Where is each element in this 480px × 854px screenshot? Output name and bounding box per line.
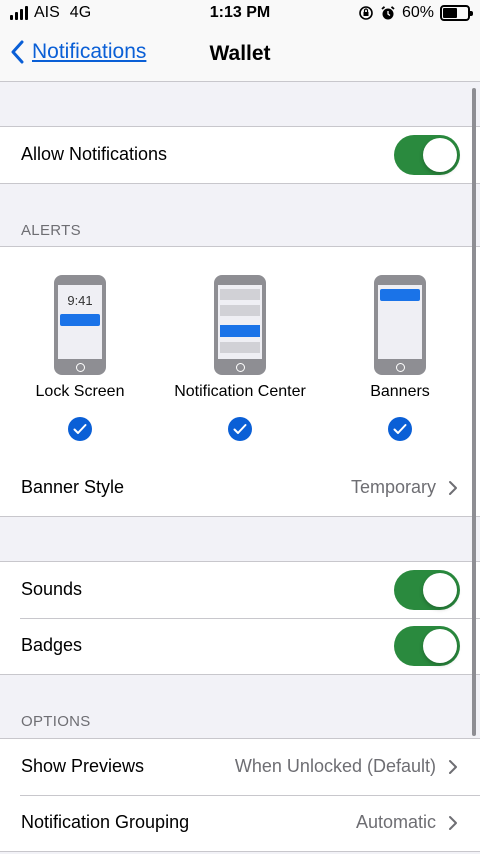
sounds-label: Sounds xyxy=(21,579,83,599)
home-button-icon xyxy=(76,363,85,372)
notification-center-phone-icon xyxy=(214,275,266,375)
phone-screen: 9:41 xyxy=(58,285,102,359)
battery-percentage: 60% xyxy=(401,4,434,21)
notification-grouping-value: Automatic xyxy=(355,812,436,832)
toggle-knob xyxy=(423,138,457,172)
badges-row: Badges xyxy=(0,618,480,674)
notification-placeholder xyxy=(220,305,260,316)
options-section-header: OPTIONS xyxy=(21,713,91,730)
banners-label: Banners xyxy=(370,383,430,400)
banner-style-row[interactable]: Banner Style Temporary xyxy=(0,460,480,516)
sounds-badges-group: Sounds Badges xyxy=(0,561,480,675)
alert-option-banners[interactable]: Banners xyxy=(320,275,480,441)
banners-checkmark-icon xyxy=(388,417,412,441)
lock-screen-time: 9:41 xyxy=(67,293,93,308)
show-previews-value: When Unlocked (Default) xyxy=(234,756,436,776)
lock-screen-notification-preview xyxy=(60,314,100,326)
orientation-lock-icon xyxy=(359,6,373,20)
show-previews-label: Show Previews xyxy=(21,756,145,776)
lock-screen-phone-icon: 9:41 xyxy=(54,275,106,375)
home-button-icon xyxy=(396,363,405,372)
chevron-right-icon xyxy=(449,760,457,774)
phone-screen xyxy=(218,285,262,359)
chevron-right-icon xyxy=(449,481,457,495)
lock-screen-label: Lock Screen xyxy=(35,383,125,400)
allow-notifications-toggle[interactable] xyxy=(394,135,460,175)
banners-phone-icon xyxy=(374,275,426,375)
alarm-icon xyxy=(381,6,395,20)
allow-notifications-row: Allow Notifications xyxy=(0,127,480,183)
alert-option-notification-center[interactable]: Notification Center xyxy=(160,275,320,441)
allow-notifications-label: Allow Notifications xyxy=(21,144,168,164)
options-group: Show Previews When Unlocked (Default) No… xyxy=(0,738,480,852)
sounds-row: Sounds xyxy=(0,562,480,618)
notification-highlight xyxy=(220,325,260,337)
badges-label: Badges xyxy=(21,635,83,655)
notification-center-checkmark-icon xyxy=(228,417,252,441)
battery-icon xyxy=(440,5,473,21)
alerts-group: 9:41 Lock Screen Notification Center Ban… xyxy=(0,246,480,517)
status-right: 60% xyxy=(358,4,473,22)
notification-grouping-row[interactable]: Notification Grouping Automatic xyxy=(0,795,480,851)
badges-toggle[interactable] xyxy=(394,626,460,666)
battery-level-fill xyxy=(443,8,458,18)
banner-preview xyxy=(380,289,420,301)
notification-placeholder xyxy=(220,342,260,353)
notification-grouping-label: Notification Grouping xyxy=(21,812,190,832)
notification-placeholder xyxy=(220,289,260,300)
scrollbar[interactable] xyxy=(472,88,476,736)
status-bar: AIS 4G 1:13 PM 60% xyxy=(0,0,480,28)
banner-style-label: Banner Style xyxy=(21,477,125,497)
notification-center-label: Notification Center xyxy=(174,383,306,400)
toggle-knob xyxy=(423,629,457,663)
phone-screen xyxy=(378,285,422,359)
allow-notifications-group: Allow Notifications xyxy=(0,126,480,184)
chevron-right-icon xyxy=(449,816,457,830)
alert-option-lock-screen[interactable]: 9:41 Lock Screen xyxy=(0,275,160,441)
alerts-section-header: ALERTS xyxy=(21,222,81,239)
lock-screen-checkmark-icon xyxy=(68,417,92,441)
alert-styles-row: 9:41 Lock Screen Notification Center Ban… xyxy=(0,247,480,460)
sounds-toggle[interactable] xyxy=(394,570,460,610)
toggle-knob xyxy=(423,573,457,607)
show-previews-row[interactable]: Show Previews When Unlocked (Default) xyxy=(0,739,480,795)
banner-style-value: Temporary xyxy=(350,477,436,497)
home-button-icon xyxy=(236,363,245,372)
navigation-bar: Notifications Wallet xyxy=(0,28,480,82)
page-title: Wallet xyxy=(209,42,271,65)
